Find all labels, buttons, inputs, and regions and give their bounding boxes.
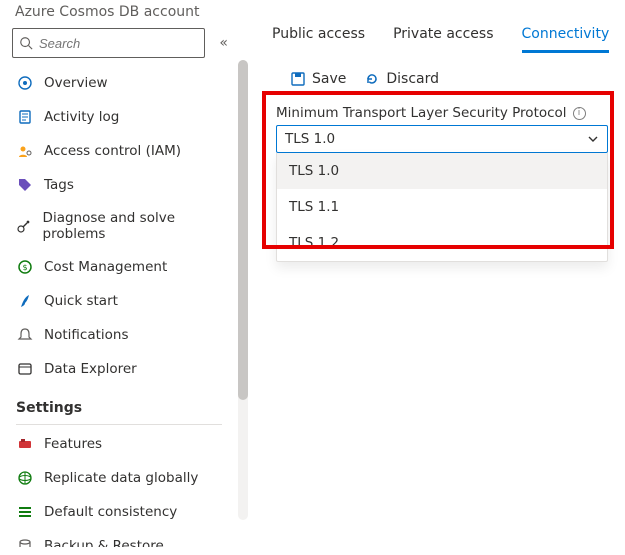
- diagnose-icon: [16, 217, 33, 235]
- info-icon[interactable]: i: [573, 107, 586, 120]
- tls-option-0[interactable]: TLS 1.0: [277, 153, 607, 189]
- save-button[interactable]: Save: [290, 71, 346, 87]
- sidebar-item-label: Data Explorer: [44, 361, 137, 377]
- activity-log-icon: [16, 108, 34, 126]
- sidebar-item-replicate[interactable]: Replicate data globally: [0, 461, 238, 495]
- replicate-icon: [16, 469, 34, 487]
- sidebar-item-label: Notifications: [44, 327, 129, 343]
- sidebar-item-label: Tags: [44, 177, 74, 193]
- sidebar-item-label: Cost Management: [44, 259, 167, 275]
- sidebar-item-data-explorer[interactable]: Data Explorer: [0, 352, 238, 386]
- discard-icon: [364, 71, 380, 87]
- discard-label: Discard: [386, 71, 439, 87]
- resource-type-header: Azure Cosmos DB account: [0, 4, 240, 26]
- sidebar-scroll: Overview Activity log Access control (IA…: [0, 66, 240, 547]
- tls-selected-value: TLS 1.0: [285, 131, 335, 147]
- sidebar-item-diagnose[interactable]: Diagnose and solve problems: [0, 202, 238, 250]
- collapse-sidebar-button[interactable]: «: [215, 31, 232, 55]
- tls-dropdown[interactable]: TLS 1.0: [276, 125, 608, 153]
- sidebar-item-label: Backup & Restore: [44, 538, 164, 547]
- sidebar-search[interactable]: [12, 28, 205, 58]
- resource-type-label: Azure Cosmos DB account: [15, 4, 200, 20]
- tls-field-label: Minimum Transport Layer Security Protoco…: [276, 105, 567, 121]
- data-explorer-icon: [16, 360, 34, 378]
- sidebar-item-label: Replicate data globally: [44, 470, 198, 486]
- save-icon: [290, 71, 306, 87]
- tls-option-1[interactable]: TLS 1.1: [277, 189, 607, 225]
- sidebar-item-activity-log[interactable]: Activity log: [0, 100, 238, 134]
- toolbar: Save Discard: [268, 53, 618, 95]
- sidebar-item-access-control[interactable]: Access control (IAM): [0, 134, 238, 168]
- tls-field-label-row: Minimum Transport Layer Security Protoco…: [272, 101, 608, 125]
- sidebar-item-features[interactable]: Features: [0, 427, 238, 461]
- save-label: Save: [312, 71, 346, 87]
- sidebar-item-notifications[interactable]: Notifications: [0, 318, 238, 352]
- consistency-icon: [16, 503, 34, 521]
- search-input[interactable]: [39, 36, 198, 51]
- sidebar-item-label: Overview: [44, 75, 108, 91]
- main-content: Public access Private access Connectivit…: [240, 0, 625, 555]
- sidebar-item-label: Features: [44, 436, 102, 452]
- sidebar-item-label: Default consistency: [44, 504, 177, 520]
- sidebar-item-quick-start[interactable]: Quick start: [0, 284, 238, 318]
- discard-button[interactable]: Discard: [364, 71, 439, 87]
- sidebar-item-cost-management[interactable]: $ Cost Management: [0, 250, 238, 284]
- chevron-down-icon: [587, 133, 599, 145]
- sidebar-item-label: Activity log: [44, 109, 119, 125]
- sidebar-item-label: Access control (IAM): [44, 143, 181, 159]
- tls-dropdown-list: TLS 1.0 TLS 1.1 TLS 1.2: [276, 153, 608, 262]
- notifications-icon: [16, 326, 34, 344]
- sidebar-divider: [16, 424, 222, 425]
- sidebar-item-tags[interactable]: Tags: [0, 168, 238, 202]
- tab-private-access[interactable]: Private access: [393, 18, 493, 53]
- features-icon: [16, 435, 34, 453]
- svg-text:$: $: [22, 263, 27, 272]
- tls-option-2[interactable]: TLS 1.2: [277, 225, 607, 261]
- iam-icon: [16, 142, 34, 160]
- backup-icon: [16, 537, 34, 547]
- quickstart-icon: [16, 292, 34, 310]
- tls-panel: Minimum Transport Layer Security Protoco…: [268, 95, 618, 262]
- sidebar-item-label: Diagnose and solve problems: [43, 210, 226, 242]
- sidebar-item-overview[interactable]: Overview: [0, 66, 238, 100]
- sidebar-item-consistency[interactable]: Default consistency: [0, 495, 238, 529]
- cost-icon: $: [16, 258, 34, 276]
- sidebar: Azure Cosmos DB account « Overview Activ…: [0, 0, 240, 555]
- tab-public-access[interactable]: Public access: [272, 18, 365, 53]
- tabs: Public access Private access Connectivit…: [268, 18, 618, 53]
- sidebar-section-settings: Settings: [0, 386, 238, 420]
- tab-connectivity[interactable]: Connectivity: [522, 18, 610, 53]
- sidebar-item-backup[interactable]: Backup & Restore: [0, 529, 238, 547]
- search-icon: [19, 36, 33, 50]
- overview-icon: [16, 74, 34, 92]
- tags-icon: [16, 176, 34, 194]
- sidebar-item-label: Quick start: [44, 293, 118, 309]
